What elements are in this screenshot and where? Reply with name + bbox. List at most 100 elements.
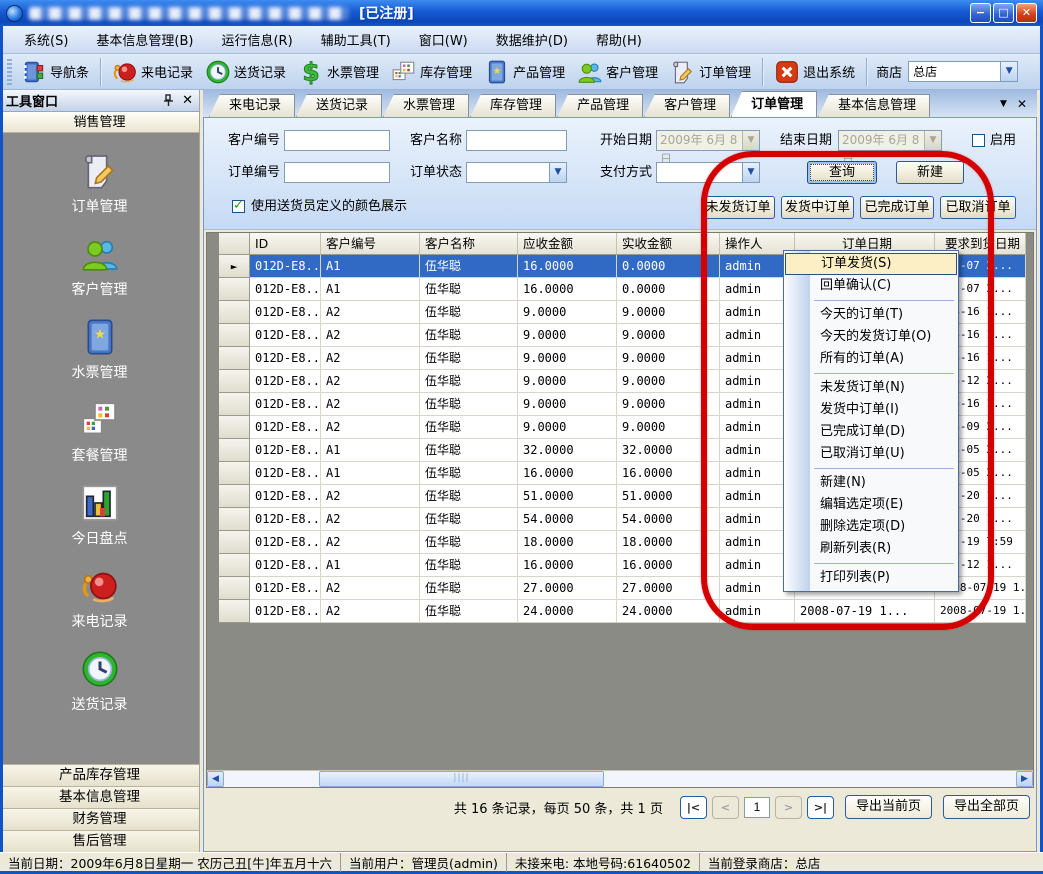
column-header[interactable]: ID bbox=[250, 233, 321, 255]
sidebar-item-water-ticket-mgmt[interactable]: ★ 水票管理 bbox=[72, 317, 128, 382]
context-menu-item[interactable]: 新建(N) bbox=[784, 472, 958, 494]
tab-water-ticket[interactable]: 水票管理 bbox=[383, 94, 469, 117]
toolbar-order-button[interactable]: 订单管理 bbox=[664, 56, 757, 88]
menu-system[interactable]: 系统(S) bbox=[10, 26, 82, 53]
unshipped-orders-button[interactable]: 未发货订单 bbox=[701, 196, 775, 219]
chevron-down-icon[interactable]: ▼ bbox=[549, 163, 566, 182]
chevron-down-icon[interactable]: ▼ bbox=[742, 163, 759, 182]
menu-help[interactable]: 帮助(H) bbox=[582, 26, 656, 53]
sidebar-item-order-mgmt[interactable]: 订单管理 bbox=[72, 151, 128, 216]
toolbar-inventory-button[interactable]: 库存管理 bbox=[385, 56, 478, 88]
pay-method-select[interactable]: ▼ bbox=[656, 162, 760, 183]
row-selector-cell[interactable] bbox=[219, 278, 250, 301]
context-menu-item[interactable]: 编辑选定项(E) bbox=[784, 494, 958, 516]
shop-select[interactable]: 总店 ▼ bbox=[908, 61, 1018, 82]
column-header[interactable]: 应收金额 bbox=[518, 233, 617, 255]
toolbar-product-button[interactable]: ★ 产品管理 bbox=[478, 56, 571, 88]
toolbar-exit-button[interactable]: 退出系统 bbox=[768, 56, 861, 88]
query-button[interactable]: 查询 bbox=[807, 161, 877, 184]
context-menu-item[interactable]: 删除选定项(D) bbox=[784, 516, 958, 538]
row-selector-cell[interactable] bbox=[219, 255, 250, 278]
tab-order[interactable]: 订单管理 bbox=[731, 91, 817, 117]
shipping-orders-button[interactable]: 发货中订单 bbox=[781, 196, 854, 219]
order-status-select[interactable]: ▼ bbox=[466, 162, 567, 183]
sidebar-section-after-sales[interactable]: 售后管理 bbox=[0, 830, 199, 852]
scrollbar-thumb[interactable] bbox=[319, 771, 604, 787]
customer-name-input[interactable] bbox=[466, 130, 567, 151]
order-no-input[interactable] bbox=[284, 162, 390, 183]
maximize-button[interactable]: □ bbox=[993, 3, 1014, 23]
row-selector-cell[interactable] bbox=[219, 577, 250, 600]
tab-customer[interactable]: 客户管理 bbox=[644, 94, 730, 117]
sidebar-section-product-inventory[interactable]: 产品库存管理 bbox=[0, 764, 199, 786]
page-number-input[interactable] bbox=[744, 797, 770, 818]
context-menu-item[interactable]: 已完成订单(D) bbox=[784, 421, 958, 443]
export-all-pages-button[interactable]: 导出全部页 bbox=[943, 795, 1030, 819]
context-menu-item[interactable]: 今天的订单(T) bbox=[784, 304, 958, 326]
next-page-button[interactable]: > bbox=[775, 796, 802, 819]
toolbar-water-ticket-button[interactable]: $ 水票管理 bbox=[292, 56, 385, 88]
context-menu-item[interactable]: 订单发货(S) bbox=[785, 253, 957, 275]
tab-delivery-record[interactable]: 送货记录 bbox=[296, 94, 382, 117]
minimize-button[interactable]: − bbox=[970, 3, 991, 23]
context-menu-item[interactable]: 刷新列表(R) bbox=[784, 538, 958, 560]
sidebar-section-finance[interactable]: 财务管理 bbox=[0, 808, 199, 830]
sidebar-item-delivery-record[interactable]: 送货记录 bbox=[72, 649, 128, 714]
last-page-button[interactable]: >| bbox=[807, 796, 834, 819]
row-selector-cell[interactable] bbox=[219, 370, 250, 393]
tab-close-icon[interactable]: ✕ bbox=[1017, 97, 1027, 111]
horizontal-scrollbar[interactable]: ◀ ▶ bbox=[207, 770, 1033, 787]
toolbar-customer-button[interactable]: 客户管理 bbox=[571, 56, 664, 88]
completed-orders-button[interactable]: 已完成订单 bbox=[860, 196, 934, 219]
scroll-left-icon[interactable]: ◀ bbox=[207, 771, 224, 787]
row-selector-cell[interactable] bbox=[219, 554, 250, 577]
close-button[interactable]: ✕ bbox=[1016, 3, 1037, 23]
row-selector-cell[interactable] bbox=[219, 531, 250, 554]
tab-list-dropdown-icon[interactable]: ▼ bbox=[1000, 99, 1007, 109]
sidebar-item-daily-stocktake[interactable]: 今日盘点 bbox=[72, 483, 128, 548]
row-selector-cell[interactable] bbox=[219, 324, 250, 347]
sidebar-section-sales[interactable]: 销售管理 bbox=[0, 112, 199, 133]
toolbar-nav-bar-button[interactable]: 导航条 bbox=[15, 56, 95, 88]
sidebar-item-customer-mgmt[interactable]: 客户管理 bbox=[72, 234, 128, 299]
row-selector-cell[interactable] bbox=[219, 462, 250, 485]
toolbar-call-record-button[interactable]: 来电记录 bbox=[106, 56, 199, 88]
tab-call-record[interactable]: 来电记录 bbox=[209, 94, 295, 117]
column-header[interactable]: 实收金额 bbox=[617, 233, 720, 255]
toolbar-delivery-record-button[interactable]: 送货记录 bbox=[199, 56, 292, 88]
new-button[interactable]: 新建 bbox=[896, 161, 964, 184]
context-menu-item[interactable]: 发货中订单(I) bbox=[784, 399, 958, 421]
column-header[interactable]: 客户编号 bbox=[321, 233, 420, 255]
column-header[interactable]: 客户名称 bbox=[420, 233, 518, 255]
enable-date-checkbox[interactable] bbox=[972, 134, 985, 147]
row-selector-cell[interactable] bbox=[219, 347, 250, 370]
prev-page-button[interactable]: < bbox=[712, 796, 739, 819]
menu-data-maintain[interactable]: 数据维护(D) bbox=[482, 26, 582, 53]
menu-aux-tools[interactable]: 辅助工具(T) bbox=[307, 26, 405, 53]
tab-basic-info[interactable]: 基本信息管理 bbox=[818, 94, 930, 117]
row-selector-cell[interactable] bbox=[219, 508, 250, 531]
context-menu-item[interactable]: 所有的订单(A) bbox=[784, 348, 958, 370]
context-menu-item[interactable]: 打印列表(P) bbox=[784, 567, 958, 589]
sidebar-item-combo-mgmt[interactable]: 套餐管理 bbox=[72, 400, 128, 465]
driver-color-checkbox[interactable] bbox=[232, 200, 245, 213]
context-menu-item[interactable]: 今天的发货订单(O) bbox=[784, 326, 958, 348]
cancelled-orders-button[interactable]: 已取消订单 bbox=[940, 196, 1016, 219]
export-current-page-button[interactable]: 导出当前页 bbox=[845, 795, 932, 819]
pin-icon[interactable] bbox=[163, 94, 174, 107]
chevron-down-icon[interactable]: ▼ bbox=[1000, 62, 1017, 81]
scrollbar-track[interactable] bbox=[224, 771, 1016, 787]
menu-basic-info[interactable]: 基本信息管理(B) bbox=[82, 26, 207, 53]
customer-no-input[interactable] bbox=[284, 130, 390, 151]
tab-product[interactable]: 产品管理 bbox=[557, 94, 643, 117]
row-selector-cell[interactable] bbox=[219, 485, 250, 508]
sidebar-item-call-record[interactable]: 来电记录 bbox=[72, 566, 128, 631]
context-menu-item[interactable]: 未发货订单(N) bbox=[784, 377, 958, 399]
tool-window-close-icon[interactable]: ✕ bbox=[182, 93, 193, 108]
row-selector-cell[interactable] bbox=[219, 600, 250, 623]
menu-run-info[interactable]: 运行信息(R) bbox=[207, 26, 306, 53]
row-selector-cell[interactable] bbox=[219, 393, 250, 416]
menu-window[interactable]: 窗口(W) bbox=[405, 26, 482, 53]
scroll-right-icon[interactable]: ▶ bbox=[1016, 771, 1033, 787]
first-page-button[interactable]: |< bbox=[680, 796, 707, 819]
